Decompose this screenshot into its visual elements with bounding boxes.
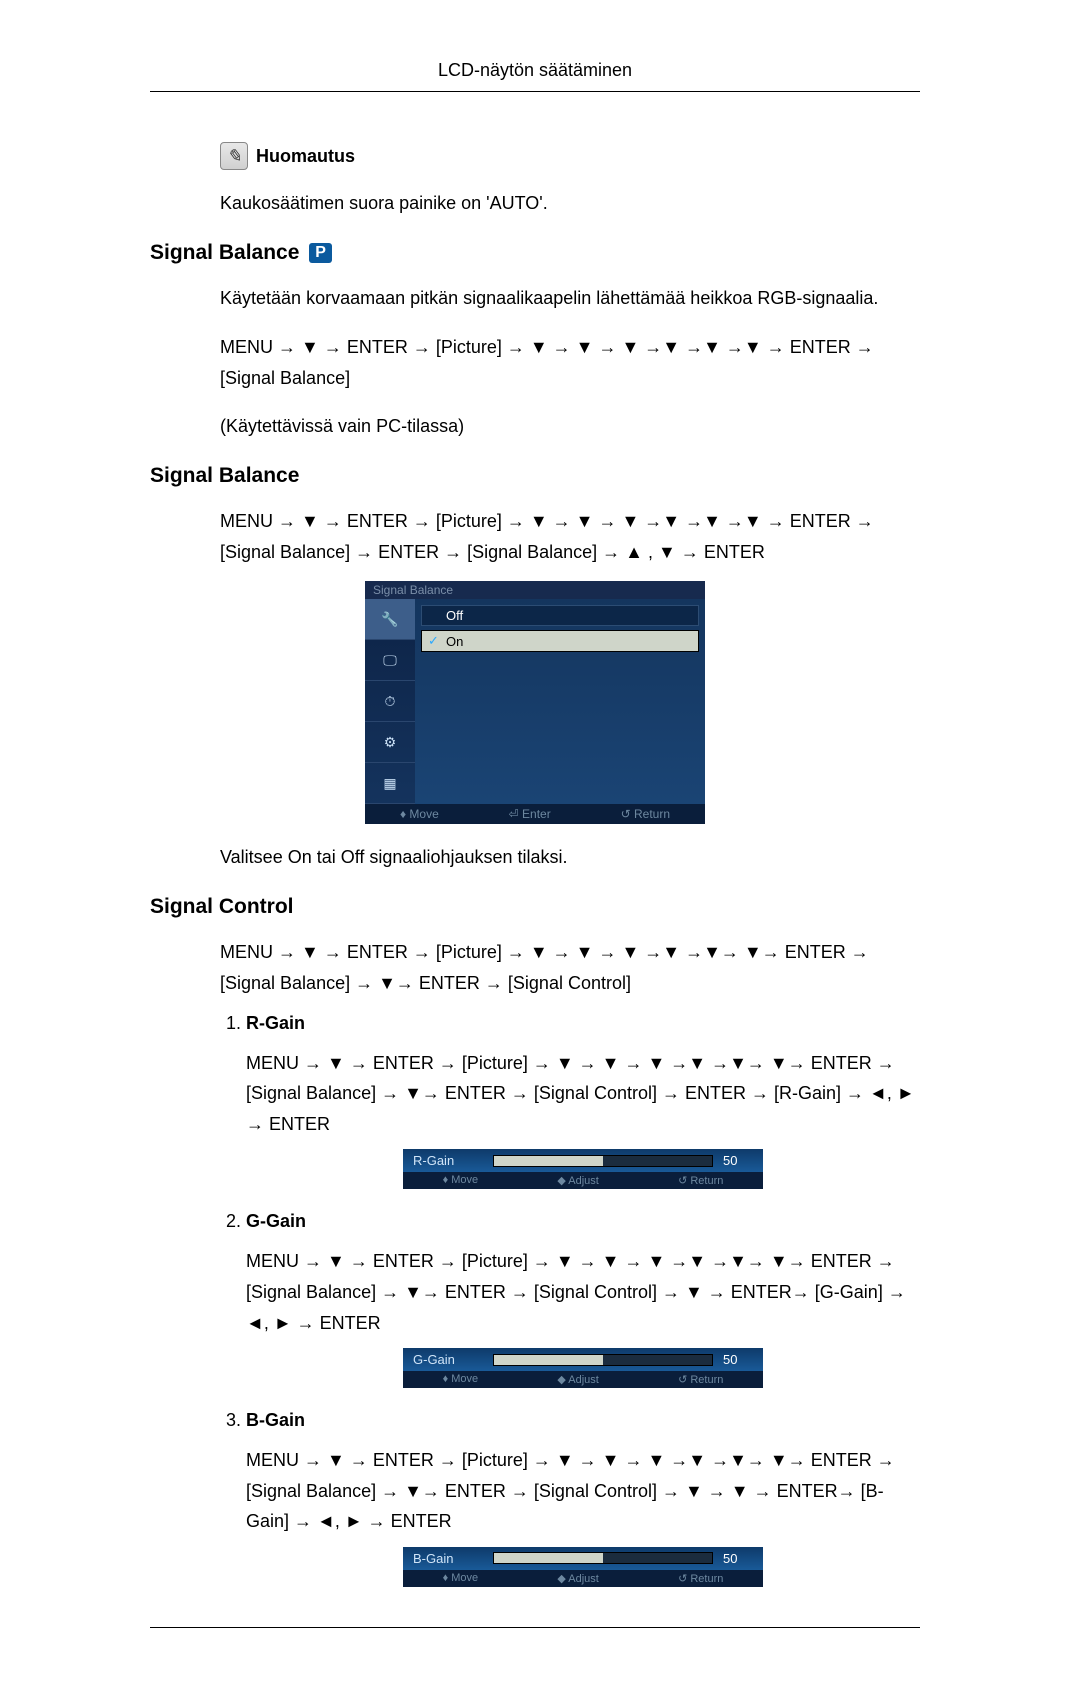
note-text: Kaukosäätimen suora painike on 'AUTO'. <box>220 190 920 217</box>
section3-menu-path: MENU → ▼ → ENTER → [Picture] → ▼ → ▼ → ▼… <box>220 937 920 998</box>
section1-menu-path: MENU → ▼ → ENTER → [Picture] → ▼ → ▼ → ▼… <box>220 332 920 393</box>
divider <box>150 91 920 92</box>
g-gain-footer-adjust: ◆ Adjust <box>557 1373 598 1386</box>
osd-sidebar-icon-tool: 🔧 <box>365 599 415 640</box>
b-gain-title: B-Gain <box>246 1410 305 1430</box>
osd-g-gain: G-Gain 50 ♦ Move ◆ Adjust ↺ Return <box>403 1348 763 1388</box>
osd-sidebar-icon-display: 🖵 <box>365 640 415 681</box>
section-signal-balance-title: Signal Balance P <box>150 241 920 265</box>
section1-availability: (Käytettävissä vain PC-tilassa) <box>220 413 920 440</box>
list-item-g-gain: G-Gain MENU → ▼ → ENTER → [Picture] → ▼ … <box>246 1211 920 1388</box>
osd-sidebar-icon-setup: ⚙ <box>365 722 415 763</box>
osd-title: Signal Balance <box>365 581 705 599</box>
osd-sidebar-icon-multi: ▦ <box>365 763 415 804</box>
r-gain-title: R-Gain <box>246 1013 305 1033</box>
list-item-b-gain: B-Gain MENU → ▼ → ENTER → [Picture] → ▼ … <box>246 1410 920 1587</box>
r-gain-slider[interactable] <box>493 1155 713 1167</box>
section2-menu-path: MENU → ▼ → ENTER → [Picture] → ▼ → ▼ → ▼… <box>220 506 920 567</box>
osd-b-gain: B-Gain 50 ♦ Move ◆ Adjust ↺ Return <box>403 1547 763 1587</box>
g-gain-slider[interactable] <box>493 1354 713 1366</box>
b-gain-value: 50 <box>723 1551 753 1566</box>
b-gain-footer-return: ↺ Return <box>678 1572 723 1585</box>
osd-sidebar-icon-time: ⏱ <box>365 681 415 722</box>
r-gain-footer-return: ↺ Return <box>678 1174 723 1187</box>
section-signal-control-title: Signal Control <box>150 895 920 919</box>
note-label: Huomautus <box>256 146 355 167</box>
g-gain-footer-move: ♦ Move <box>443 1373 479 1386</box>
osd-footer-enter: ⏎ Enter <box>509 807 551 821</box>
osd-r-gain: R-Gain 50 ♦ Move ◆ Adjust ↺ Return <box>403 1149 763 1189</box>
g-gain-osd-label: G-Gain <box>413 1352 483 1367</box>
osd-footer-move: ♦ Move <box>400 807 439 821</box>
g-gain-footer-return: ↺ Return <box>678 1373 723 1386</box>
osd-option-off-label: Off <box>446 608 463 623</box>
r-gain-value: 50 <box>723 1153 753 1168</box>
r-gain-footer-move: ♦ Move <box>443 1174 479 1187</box>
pc-mode-badge: P <box>309 243 332 263</box>
osd-sidebar: 🔧 🖵 ⏱ ⚙ ▦ <box>365 599 415 804</box>
osd-option-on-label: On <box>446 634 463 649</box>
check-icon: ✓ <box>428 633 440 649</box>
osd-signal-balance: Signal Balance 🔧 🖵 ⏱ ⚙ ▦ Off ✓ On <box>365 581 705 824</box>
g-gain-path: MENU → ▼ → ENTER → [Picture] → ▼ → ▼ → ▼… <box>246 1246 920 1338</box>
r-gain-osd-label: R-Gain <box>413 1153 483 1168</box>
g-gain-title: G-Gain <box>246 1211 306 1231</box>
b-gain-footer-adjust: ◆ Adjust <box>557 1572 598 1585</box>
g-gain-value: 50 <box>723 1352 753 1367</box>
section-signal-balance-sub-title: Signal Balance <box>150 464 920 488</box>
section1-title-text: Signal Balance <box>150 241 299 264</box>
b-gain-path: MENU → ▼ → ENTER → [Picture] → ▼ → ▼ → ▼… <box>246 1445 920 1537</box>
page-header: LCD-näytön säätäminen <box>150 60 920 81</box>
divider <box>150 1627 920 1628</box>
b-gain-slider[interactable] <box>493 1552 713 1564</box>
b-gain-footer-move: ♦ Move <box>443 1572 479 1585</box>
section2-description: Valitsee On tai Off signaaliohjauksen ti… <box>220 844 920 871</box>
b-gain-osd-label: B-Gain <box>413 1551 483 1566</box>
section1-intro: Käytetään korvaamaan pitkän signaalikaap… <box>220 285 920 312</box>
list-item-r-gain: R-Gain MENU → ▼ → ENTER → [Picture] → ▼ … <box>246 1013 920 1190</box>
note-icon: ✎ <box>220 142 248 170</box>
osd-option-on[interactable]: ✓ On <box>421 630 699 652</box>
osd-footer-return: ↺ Return <box>621 807 670 821</box>
osd-option-off[interactable]: Off <box>421 605 699 626</box>
r-gain-footer-adjust: ◆ Adjust <box>557 1174 598 1187</box>
r-gain-path: MENU → ▼ → ENTER → [Picture] → ▼ → ▼ → ▼… <box>246 1048 920 1140</box>
